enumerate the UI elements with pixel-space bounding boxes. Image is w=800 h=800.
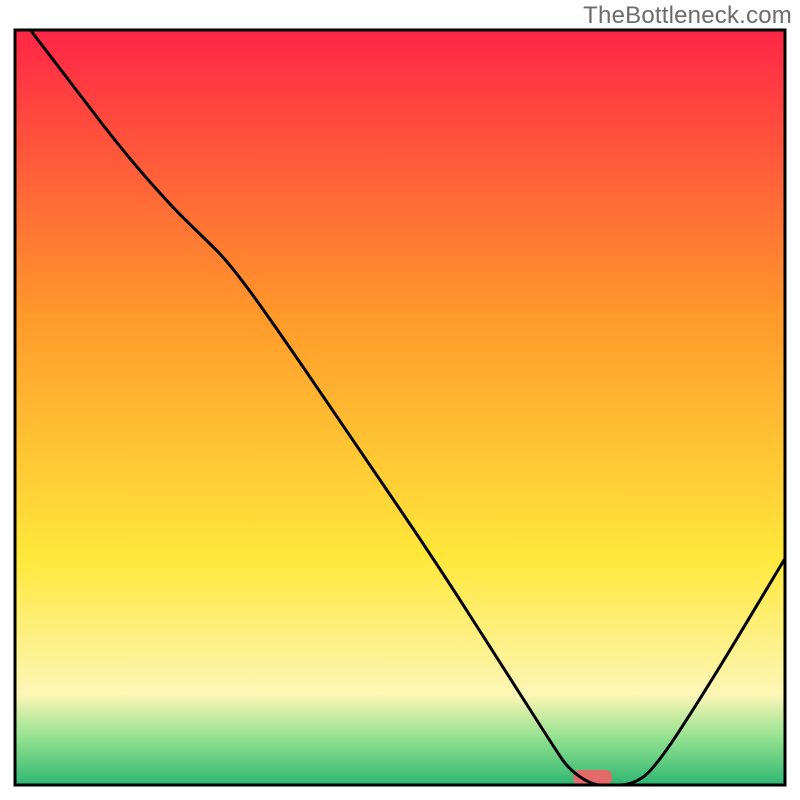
watermark-text: TheBottleneck.com (583, 2, 792, 30)
bottleneck-chart (0, 0, 800, 800)
chart-container: TheBottleneck.com (0, 0, 800, 800)
plot-background (15, 30, 785, 785)
